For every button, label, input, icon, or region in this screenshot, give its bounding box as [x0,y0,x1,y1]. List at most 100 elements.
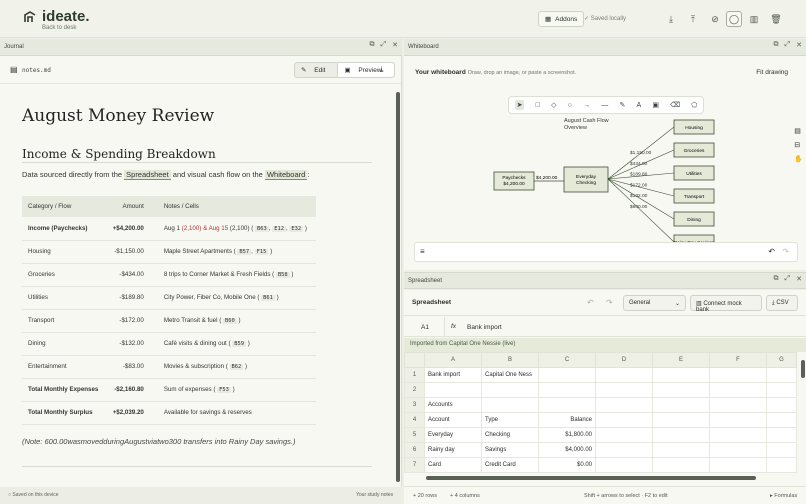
grid-cell[interactable]: $0.00 [538,457,596,473]
grid-cell[interactable] [595,367,653,383]
grid-cell[interactable] [766,412,797,428]
grid-cell[interactable] [766,382,797,398]
grid-cell[interactable] [709,442,767,458]
grid-cell[interactable] [652,397,710,413]
whiteboard-link[interactable]: Whiteboard [264,170,308,180]
grid-cell[interactable] [538,367,596,383]
select-tool-icon[interactable]: ➤ [514,100,525,110]
fit-drawing-button[interactable]: Fit drawing [756,69,788,76]
book-icon[interactable]: ▤ [794,127,803,135]
grid-cell[interactable] [538,382,596,398]
upload-icon[interactable]: ⤒ [685,11,701,27]
grid-cell[interactable] [481,397,539,413]
grid-cell[interactable] [652,427,710,443]
grid-cell[interactable] [424,382,482,398]
grid-cell[interactable] [538,397,596,413]
close-icon[interactable]: ✕ [796,41,802,49]
grid-cell[interactable] [595,412,653,428]
grid-cell[interactable] [481,382,539,398]
grid-cell[interactable] [766,442,797,458]
formulas-toggle[interactable]: ▸ Formulas [770,493,797,499]
image-tool-icon[interactable]: ▣ [652,101,659,109]
grid-cell[interactable] [652,442,710,458]
grid-cell[interactable] [709,382,767,398]
add-columns-button[interactable]: + 4 columns [450,493,480,499]
grid-cell[interactable]: Accounts [424,397,482,413]
grid-cell[interactable] [652,382,710,398]
grid-cell[interactable]: Credit Card [481,457,539,473]
app-logo[interactable]: ideate. [22,8,90,25]
column-header[interactable]: D [595,352,653,368]
grid-cell[interactable] [709,412,767,428]
grid-cell[interactable] [709,367,767,383]
popout-icon[interactable]: ⧉ [774,41,779,49]
grid-cell[interactable] [766,427,797,443]
chat-icon[interactable]: ◯ [726,11,742,27]
grid-cell[interactable] [595,427,653,443]
popout-icon[interactable]: ⧉ [370,41,375,49]
grid-cell[interactable]: Balance [538,412,596,428]
grid-cell[interactable] [595,457,653,473]
grid-cell[interactable] [595,442,653,458]
horizontal-scrollbar[interactable] [426,476,756,480]
spreadsheet-link[interactable]: Spreadsheet [124,170,171,180]
undo-icon[interactable]: ↶ [768,247,775,256]
grid-cell[interactable]: $1,800.00 [538,427,596,443]
grid-cell[interactable] [652,367,710,383]
trash-icon[interactable]: 🗑 [768,11,784,27]
back-to-desk-link[interactable]: Back to desk [42,25,76,31]
shapes-tool-icon[interactable]: ⬠ [691,101,697,109]
diamond-tool-icon[interactable]: ◇ [551,101,556,109]
grid-cell[interactable] [766,397,797,413]
grid-cell[interactable] [652,457,710,473]
formula-input[interactable]: Bank import [467,324,502,331]
close-icon[interactable]: ✕ [796,275,802,283]
addons-button[interactable]: ▦ Addons [538,11,585,27]
grid-cell[interactable] [652,412,710,428]
redo-icon[interactable]: ↷ [782,247,789,256]
row-header[interactable]: 4 [404,412,425,428]
pen-tool-icon[interactable]: ✎ [619,101,625,109]
add-rows-button[interactable]: + 20 rows [413,493,437,499]
grid-cell[interactable]: Everyday [424,427,482,443]
edit-button[interactable]: ✎ Edit [295,63,337,77]
grid-cell[interactable] [595,397,653,413]
grid-cell[interactable]: Checking [481,427,539,443]
menu-icon[interactable]: ≡ [420,247,425,256]
grid-cell[interactable] [766,367,797,383]
column-header[interactable]: A [424,352,482,368]
row-header[interactable]: 5 [404,427,425,443]
row-header[interactable]: 3 [404,397,425,413]
column-header[interactable]: B [481,352,539,368]
download-icon[interactable]: ⤓ [663,11,679,27]
grid-cell[interactable]: Type [481,412,539,428]
close-icon[interactable]: ✕ [392,41,398,49]
csv-export-button[interactable]: ⤓ CSV [766,295,798,311]
redo-icon[interactable]: ↷ [606,298,613,307]
grid-cell[interactable] [709,397,767,413]
rectangle-tool-icon[interactable]: □ [536,102,540,109]
text-tool-icon[interactable]: A [637,102,642,109]
download-icon[interactable]: ⤓ [380,65,384,75]
row-header[interactable]: 7 [404,457,425,473]
grid-cell[interactable]: Rainy day [424,442,482,458]
expand-icon[interactable]: ⤢ [785,41,791,49]
grid-vertical-scrollbar[interactable] [801,360,805,378]
grid-cell[interactable]: Savings [481,442,539,458]
eraser-tool-icon[interactable]: ⌫ [670,101,680,109]
grid-cell[interactable]: $4,000.00 [538,442,596,458]
undo-icon[interactable]: ↶ [587,298,594,307]
column-header[interactable]: G [766,352,797,368]
format-select[interactable]: General ⌄ [623,295,686,311]
grid-cell[interactable] [709,457,767,473]
preview-button[interactable]: ▣ Preview [337,63,394,77]
grid-cell[interactable]: Bank import [424,367,482,383]
journal-scrollbar[interactable] [396,92,400,482]
popout-icon[interactable]: ⧉ [774,275,779,283]
ellipse-tool-icon[interactable]: ○ [568,102,572,109]
column-header[interactable]: F [709,352,767,368]
expand-icon[interactable]: ⤢ [785,275,791,283]
cell-reference[interactable]: A1 [421,324,429,331]
grid-cell[interactable]: Card [424,457,482,473]
hand-icon[interactable]: ✋ [794,155,803,163]
